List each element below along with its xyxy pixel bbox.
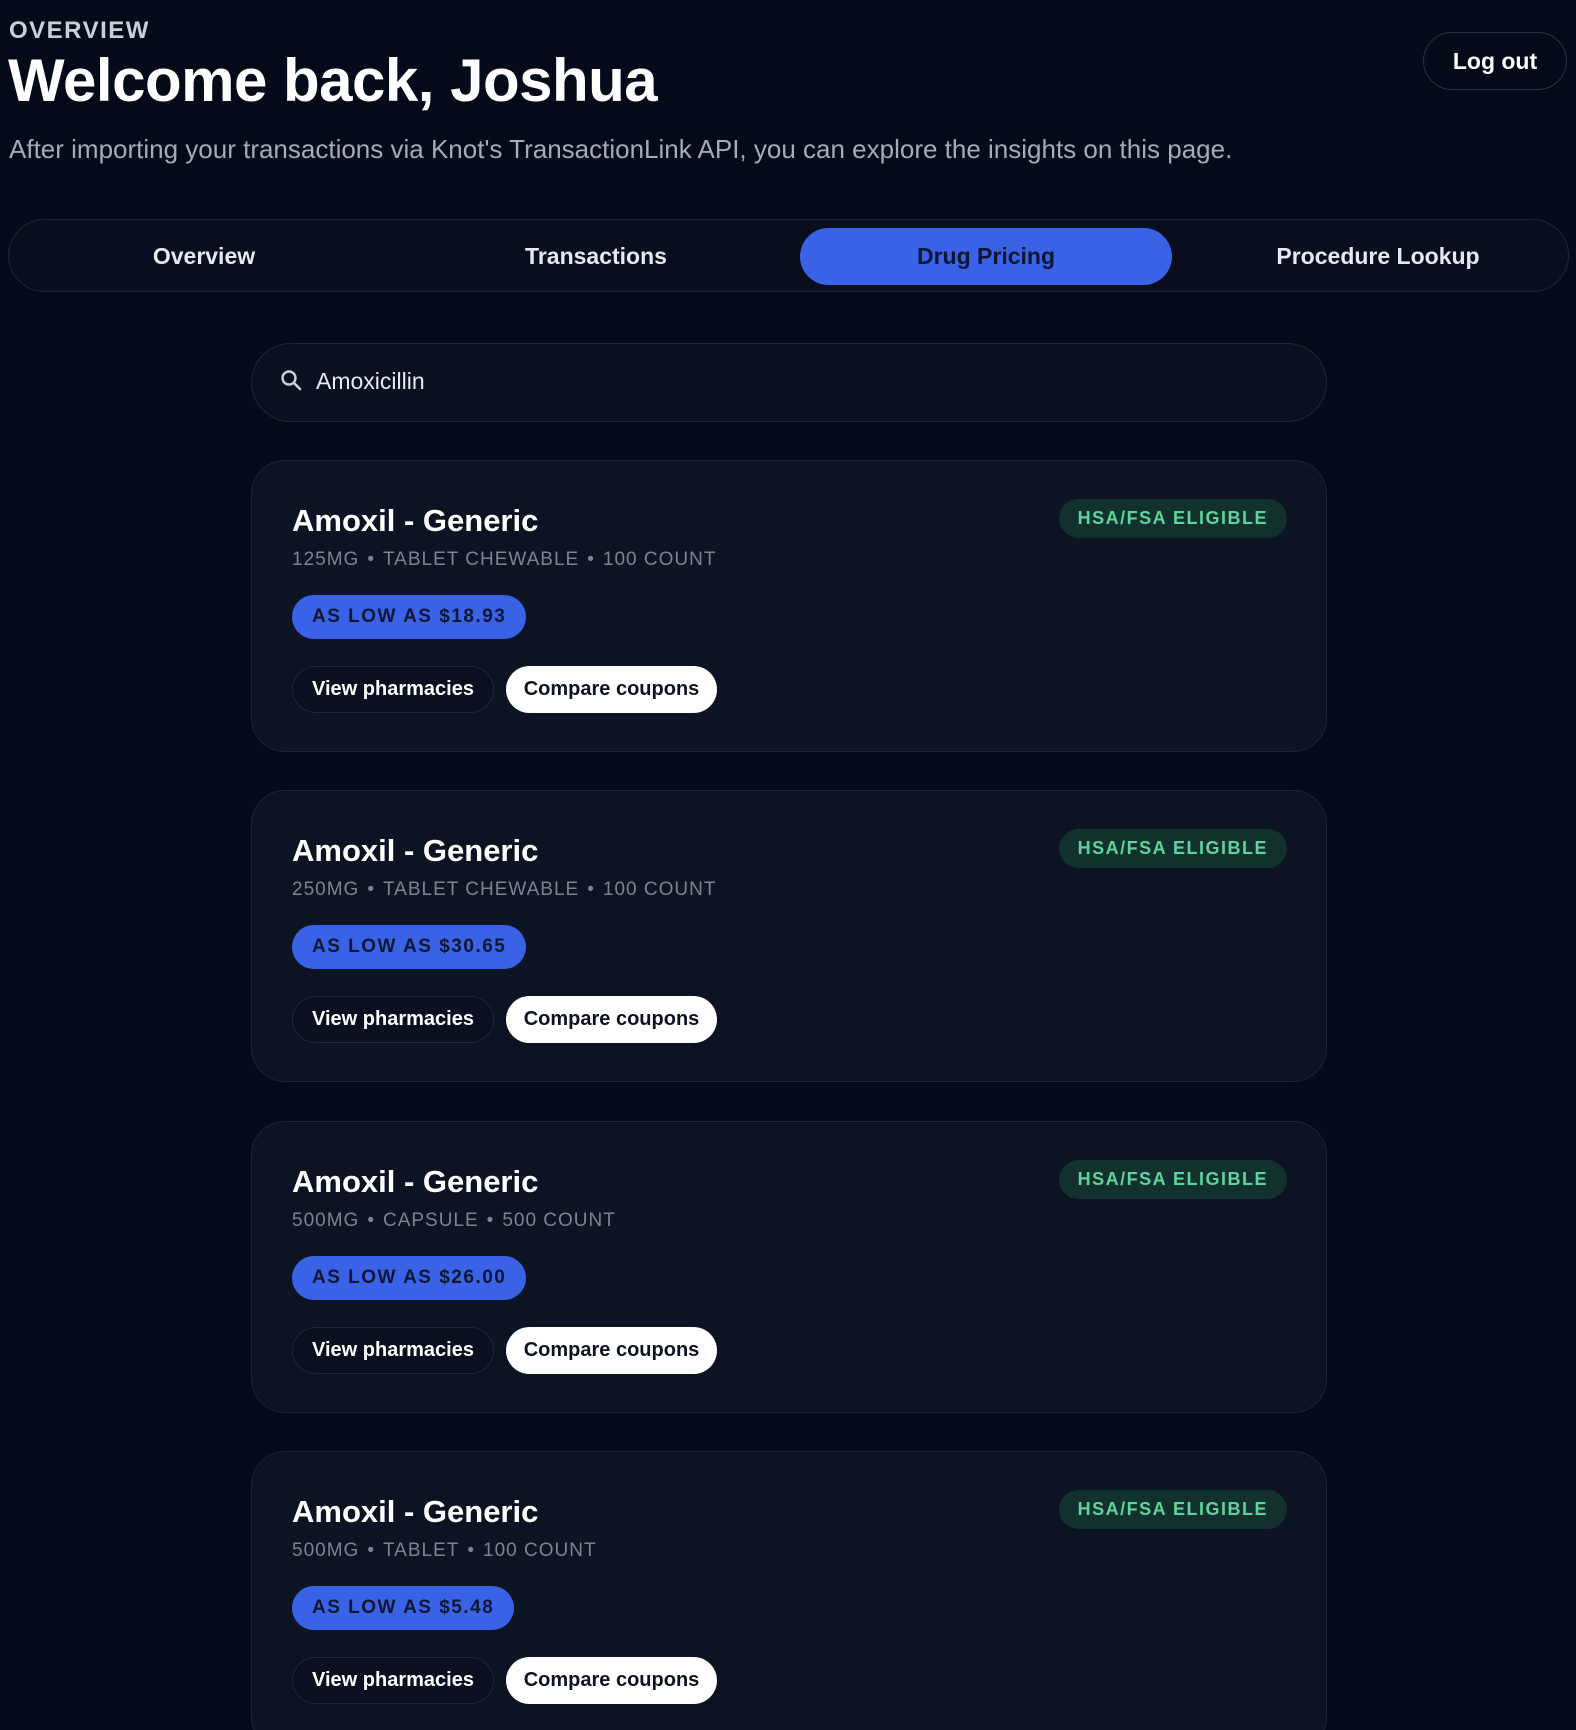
compare-coupons-button[interactable]: Compare coupons <box>506 996 717 1043</box>
drug-details: 500MG • TABLET • 100 COUNT <box>292 1540 597 1562</box>
view-pharmacies-button[interactable]: View pharmacies <box>292 1657 494 1704</box>
drug-strength: 250MG <box>292 879 360 900</box>
drug-strength: 500MG <box>292 1540 360 1561</box>
drug-count: 100 COUNT <box>602 879 717 900</box>
drug-name: Amoxil - Generic <box>292 1164 539 1199</box>
drug-strength: 500MG <box>292 1210 360 1231</box>
drug-count: 100 COUNT <box>483 1540 597 1561</box>
separator-dot: • <box>467 1540 476 1561</box>
tab-procedure-lookup[interactable]: Procedure Lookup <box>1192 228 1564 285</box>
drug-result-card: Amoxil - Generic 500MG • TABLET • 100 COUNT … <box>251 1451 1327 1730</box>
separator-dot: • <box>367 549 375 570</box>
price-badge: AS LOW AS $5.48 <box>292 1586 515 1630</box>
page-title: Welcome back, Joshua <box>8 47 658 114</box>
separator-dot: • <box>367 1540 375 1561</box>
drug-strength: 125MG <box>292 549 360 570</box>
hsa-fsa-badge: HSA/FSA ELIGIBLE <box>1058 1490 1287 1529</box>
search-value: Amoxicillin <box>316 368 425 394</box>
drug-details: 125MG • TABLET CHEWABLE • 100 COUNT <box>292 549 716 571</box>
separator-dot: • <box>587 879 595 900</box>
view-pharmacies-button[interactable]: View pharmacies <box>292 996 494 1043</box>
drug-pricing-page: OVERVIEW Welcome back, Joshua After impo… <box>0 0 1576 1730</box>
drug-count: 100 COUNT <box>602 549 717 570</box>
drug-details: 500MG • CAPSULE • 500 COUNT <box>292 1210 616 1232</box>
view-pharmacies-button[interactable]: View pharmacies <box>292 1327 494 1374</box>
page-subtitle: After importing your transactions via Kn… <box>9 134 1233 164</box>
drug-name: Amoxil - Generic <box>292 503 539 538</box>
price-badge: AS LOW AS $26.00 <box>292 1256 527 1300</box>
compare-coupons-button[interactable]: Compare coupons <box>506 666 717 713</box>
separator-dot: • <box>587 549 595 570</box>
hsa-fsa-badge: HSA/FSA ELIGIBLE <box>1058 1160 1287 1199</box>
price-badge: AS LOW AS $18.93 <box>292 595 527 639</box>
hsa-fsa-badge: HSA/FSA ELIGIBLE <box>1058 499 1287 538</box>
tab-bar: Overview Transactions Drug Pricing Proce… <box>8 219 1569 292</box>
hsa-fsa-badge: HSA/FSA ELIGIBLE <box>1058 829 1287 868</box>
page-eyebrow: OVERVIEW <box>9 17 150 44</box>
drug-form: TABLET <box>382 1540 460 1561</box>
tab-overview[interactable]: Overview <box>18 228 390 285</box>
separator-dot: • <box>367 1210 375 1231</box>
drug-form: TABLET CHEWABLE <box>382 879 580 900</box>
search-icon <box>281 370 302 391</box>
drug-form: CAPSULE <box>382 1210 479 1231</box>
drug-result-card: Amoxil - Generic 125MG • TABLET CHEWABLE • 1… <box>251 460 1327 752</box>
logout-button[interactable]: Log out <box>1423 32 1567 90</box>
drug-result-card: Amoxil - Generic 500MG • CAPSULE • 500 COUNT… <box>251 1121 1327 1413</box>
drug-count: 500 COUNT <box>502 1210 616 1231</box>
compare-coupons-button[interactable]: Compare coupons <box>506 1657 717 1704</box>
drug-form: TABLET CHEWABLE <box>382 549 580 570</box>
separator-dot: • <box>367 879 375 900</box>
price-badge: AS LOW AS $30.65 <box>292 925 527 969</box>
separator-dot: • <box>486 1210 495 1231</box>
drug-name: Amoxil - Generic <box>292 1494 539 1529</box>
compare-coupons-button[interactable]: Compare coupons <box>506 1327 717 1374</box>
drug-result-card: Amoxil - Generic 250MG • TABLET CHEWABLE • 1… <box>251 790 1327 1082</box>
drug-details: 250MG • TABLET CHEWABLE • 100 COUNT <box>292 879 716 901</box>
tab-transactions[interactable]: Transactions <box>410 228 782 285</box>
tab-drug-pricing[interactable]: Drug Pricing <box>800 228 1172 285</box>
drug-name: Amoxil - Generic <box>292 833 539 868</box>
view-pharmacies-button[interactable]: View pharmacies <box>292 666 494 713</box>
